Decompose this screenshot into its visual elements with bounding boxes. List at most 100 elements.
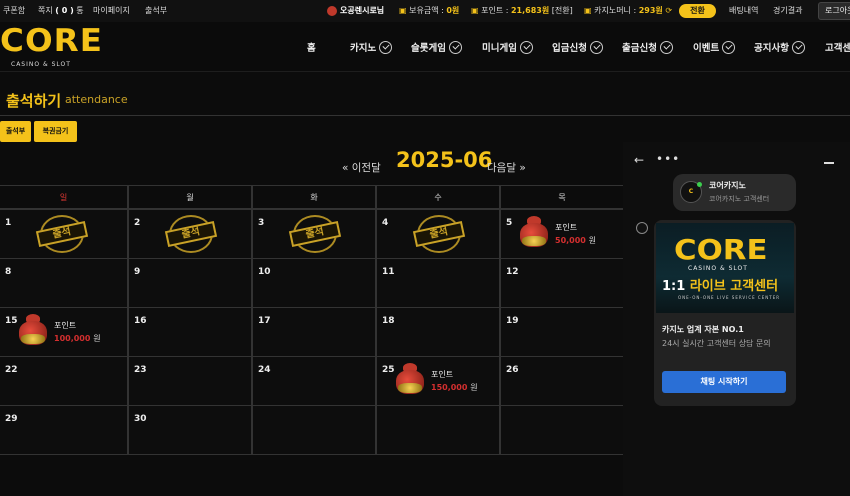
attendance-tab-button[interactable]: 출석부 xyxy=(0,121,31,142)
banner-en: ONE-ON-ONE LIVE SERVICE CENTER xyxy=(678,295,780,300)
day-number: 10 xyxy=(258,267,271,277)
logo[interactable]: CORE CASINO & SLOT xyxy=(0,23,104,69)
money-bag-icon xyxy=(394,363,426,397)
nav-slot-label: 슬롯게임 xyxy=(411,43,446,54)
day-number: 26 xyxy=(506,365,519,375)
calendar-day: 12 xyxy=(500,258,624,308)
nav-event[interactable]: 이벤트 xyxy=(693,40,736,54)
memo-link[interactable]: 쪽지 ( 0 ) 통 xyxy=(38,0,84,22)
username: 오공렌시로님 xyxy=(340,6,385,15)
point-convert-link[interactable]: [전환] xyxy=(552,6,573,15)
more-icon[interactable]: ••• xyxy=(656,152,680,166)
calendar-day: 18 xyxy=(376,307,500,357)
minimize-icon[interactable] xyxy=(824,162,834,164)
banner-title: 1:1 라이브 고객센터 xyxy=(662,275,778,294)
nav-home-label: 홈 xyxy=(307,43,316,54)
prev-month-link[interactable]: « 이전달 xyxy=(342,160,381,175)
calendar-day: 19 xyxy=(500,307,624,357)
check-circle-icon xyxy=(379,40,393,54)
sender-avatar xyxy=(636,222,648,234)
day-number: 18 xyxy=(382,316,395,326)
logo-sub: CASINO & SLOT xyxy=(11,61,71,68)
coupon-link[interactable]: 쿠폰함 xyxy=(3,0,25,22)
nav-mini[interactable]: 미니게임 xyxy=(482,40,533,54)
point-icon: ▣ xyxy=(471,6,479,15)
current-month: 2025-06 xyxy=(396,148,493,172)
results-link[interactable]: 경기결과 xyxy=(773,0,802,22)
check-circle-icon xyxy=(659,40,673,54)
calendar-day-empty xyxy=(500,405,624,455)
check-circle-icon xyxy=(589,40,603,54)
card-body: 24시 실시간 고객센터 상담 문의 xyxy=(662,339,771,348)
calendar-day: 3 출석 xyxy=(252,209,376,259)
day-number: 12 xyxy=(506,267,519,277)
check-circle-icon xyxy=(448,40,462,54)
calendar-day: 22 xyxy=(0,356,128,406)
user-level-icon xyxy=(327,5,337,16)
banner-title-b: 라이브 고객센터 xyxy=(689,279,779,294)
exchange-button[interactable]: 전환 xyxy=(679,4,716,18)
nav-home[interactable]: 홈 xyxy=(307,40,316,54)
reward-label: 포인트 xyxy=(555,223,578,232)
nav-deposit[interactable]: 입금신청 xyxy=(552,40,603,54)
point-value: 21,683원 xyxy=(510,6,550,15)
attendance-link[interactable]: 출석부 xyxy=(145,0,167,22)
chat-message-card: CORE CASINO & SLOT 1:1 라이브 고객센터 ONE-ON-O… xyxy=(654,220,796,406)
calendar-day-empty xyxy=(252,405,376,455)
chat-name: 코어카지노 xyxy=(709,181,746,190)
calendar-day: 29 xyxy=(0,405,128,455)
lotto-tab-button[interactable]: 복권금기 xyxy=(34,121,77,142)
money-bag-icon xyxy=(17,314,49,348)
page-title-en: attendance xyxy=(65,93,128,106)
weekday-wed: 수 xyxy=(376,185,500,209)
calendar-day: 8 xyxy=(0,258,128,308)
casino-label: 카지노머니 : xyxy=(594,6,637,15)
point-reward: 포인트 50,000 원 xyxy=(518,216,608,256)
nav-notice-label: 공지사항 xyxy=(754,43,789,54)
reward-amount: 150,000 xyxy=(431,383,468,392)
check-circle-icon xyxy=(519,40,533,54)
day-number: 23 xyxy=(134,365,147,375)
weekday-thu: 목 xyxy=(500,185,624,209)
user-info: 오공렌시로님 xyxy=(327,0,384,22)
mypage-link[interactable]: 마이페이지 xyxy=(93,0,130,22)
start-chat-button[interactable]: 채팅 시작하기 xyxy=(662,371,786,393)
reward-label: 포인트 xyxy=(54,321,77,330)
chat-subtitle: 코어카지노 고객센터 xyxy=(709,195,770,203)
main-nav: CORE CASINO & SLOT 홈 카지노 슬롯게임 미니게임 입금신청 … xyxy=(0,22,850,72)
back-arrow-icon[interactable]: ← xyxy=(634,153,644,167)
nav-notice[interactable]: 공지사항 xyxy=(754,40,805,54)
nav-withdraw-label: 출금신청 xyxy=(622,43,657,54)
attendance-stamp: 출석 xyxy=(412,215,466,253)
weekday-mon: 월 xyxy=(128,185,252,209)
balance-value: 0원 xyxy=(446,6,460,15)
reward-unit: 원 xyxy=(470,383,478,392)
banner-title-a: 1:1 xyxy=(662,279,690,294)
day-number: 17 xyxy=(258,316,271,326)
nav-withdraw[interactable]: 출금신청 xyxy=(622,40,673,54)
bet-history-link[interactable]: 배팅내역 xyxy=(729,0,758,22)
balance-label: 보유금액 : xyxy=(409,6,444,15)
balance: ▣ 보유금액 : 0원 xyxy=(399,0,459,22)
day-number: 4 xyxy=(382,218,389,228)
banner-logo-sub: CASINO & SLOT xyxy=(688,265,748,272)
reward-label: 포인트 xyxy=(431,370,454,379)
next-month-link[interactable]: 다음달 » xyxy=(487,160,526,175)
chat-widget: ← ••• C 코어카지노 코어카지노 고객센터 CORE CASINO & S… xyxy=(623,142,850,496)
calendar-day: 23 xyxy=(128,356,252,406)
nav-casino[interactable]: 카지노 xyxy=(350,40,393,54)
day-number: 24 xyxy=(258,365,271,375)
calendar-day: 16 xyxy=(128,307,252,357)
reward-value: 100,000 원 xyxy=(54,333,101,344)
logout-button[interactable]: 로그아웃 xyxy=(818,2,850,20)
memo-count: ( 0 ) xyxy=(55,6,74,15)
calendar-day-empty xyxy=(376,405,500,455)
page-title-bar: 출석하기 attendance xyxy=(0,72,850,116)
calendar-day: 26 xyxy=(500,356,624,406)
page-title: 출석하기 xyxy=(6,92,62,110)
refresh-icon[interactable]: ⟳ xyxy=(665,6,672,15)
nav-slot[interactable]: 슬롯게임 xyxy=(411,40,462,54)
nav-support[interactable]: 고객센터 xyxy=(825,40,850,54)
logo-word: CORE xyxy=(0,23,104,59)
day-number: 1 xyxy=(5,218,12,228)
